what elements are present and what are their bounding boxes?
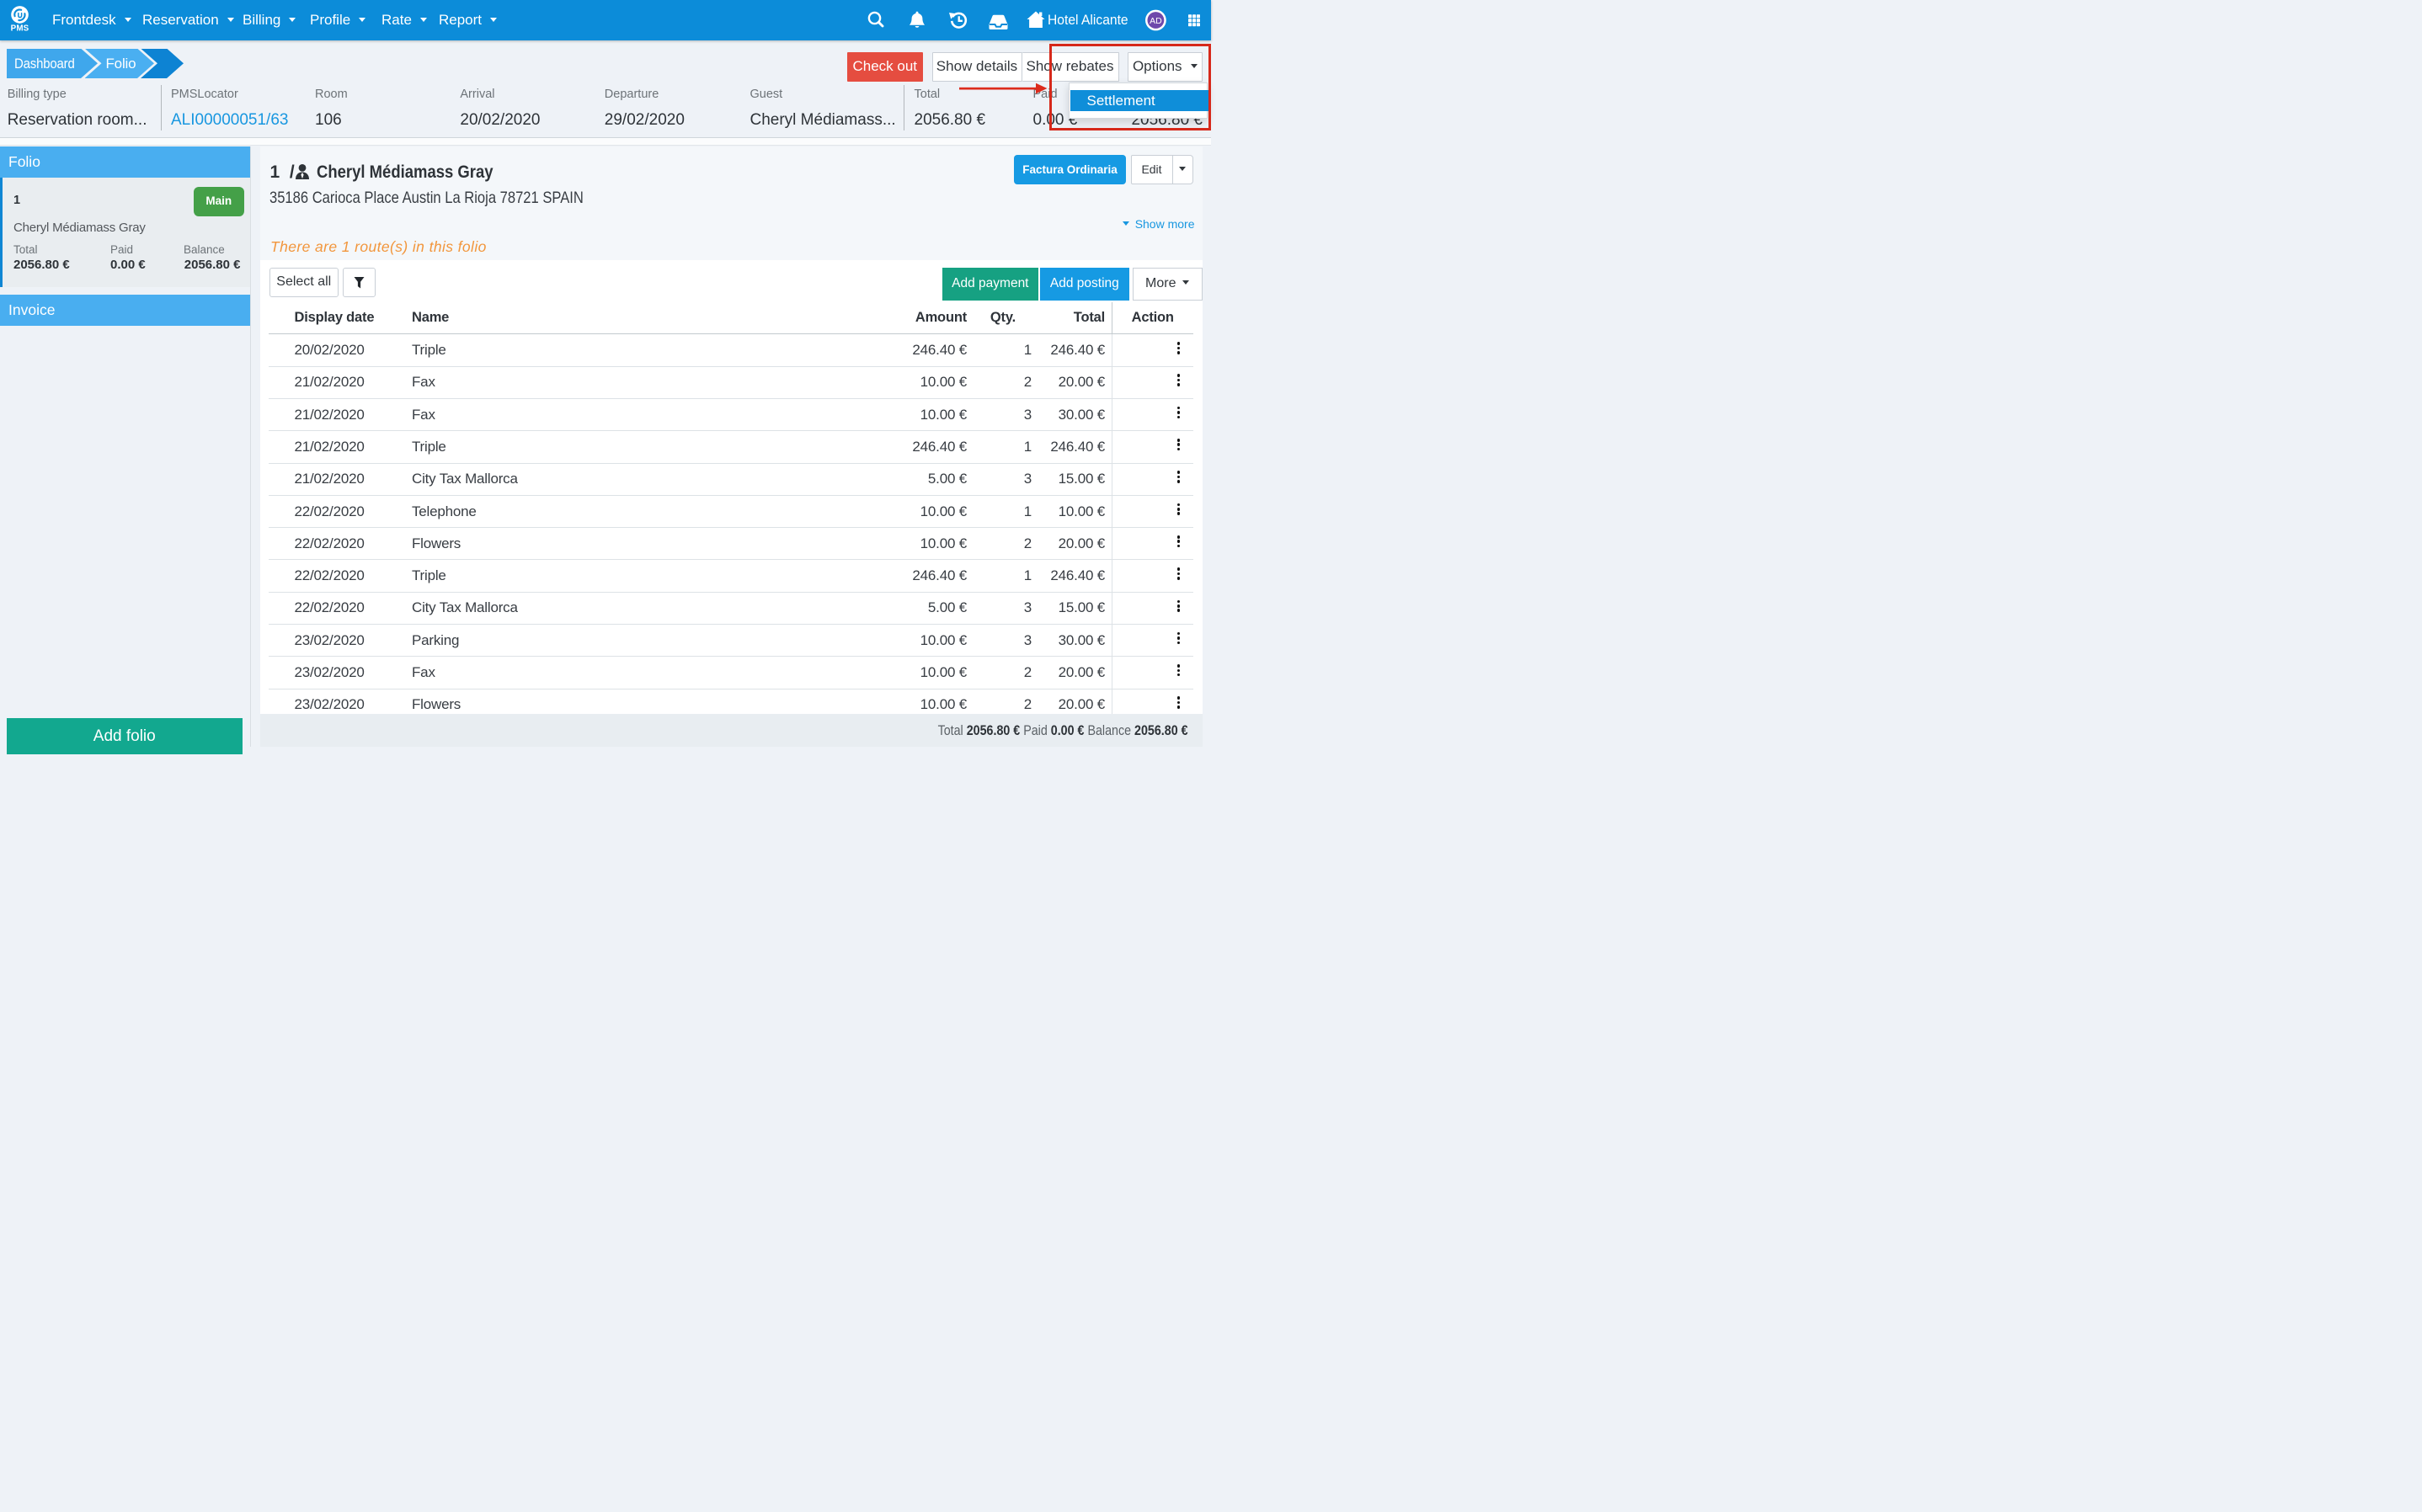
svg-text:AD: AD <box>1150 16 1162 26</box>
svg-text:PMS: PMS <box>11 24 29 33</box>
